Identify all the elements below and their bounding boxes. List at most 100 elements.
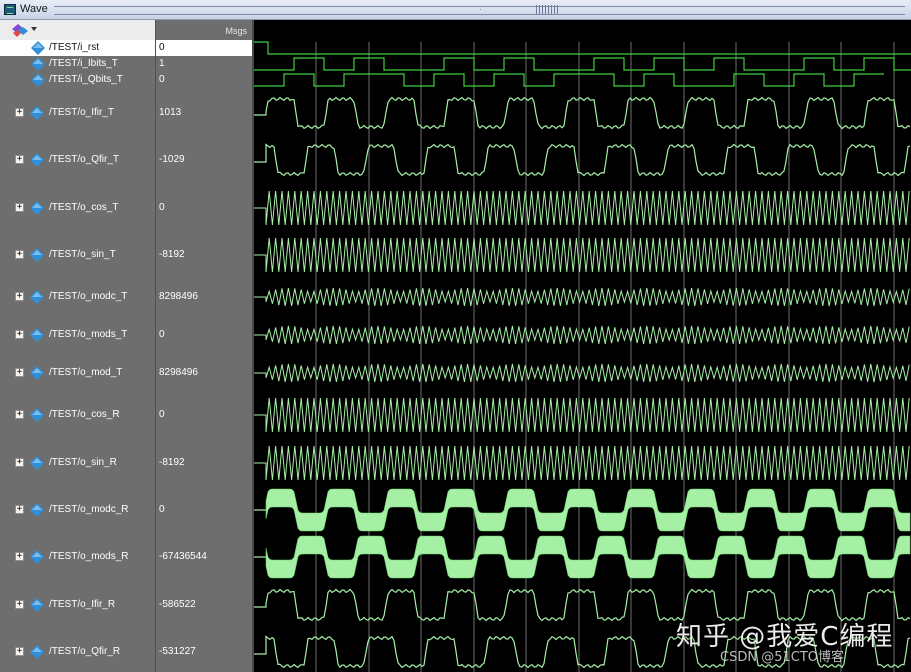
waveform-canvas[interactable] (254, 20, 911, 672)
modr-envelope (266, 536, 910, 578)
carrier-wave (254, 364, 909, 382)
signal-value-row[interactable]: -8192 (156, 247, 252, 263)
signal-diamond-icon (29, 290, 45, 309)
signal-value-row[interactable]: 0 (156, 72, 252, 88)
signal-name: /TEST/o_Ifir_R (49, 599, 115, 610)
signal-value: 0 (159, 329, 165, 340)
carrier-wave (254, 398, 909, 432)
expand-plus-icon[interactable]: + (15, 552, 24, 561)
signal-diamond-icon (29, 248, 45, 267)
expand-plus-icon[interactable]: + (15, 292, 24, 301)
expand-plus-icon[interactable]: + (15, 368, 24, 377)
signal-row[interactable]: /TEST/i_Qbits_T (0, 72, 155, 88)
signal-row[interactable]: + /TEST/o_sin_T (0, 247, 155, 263)
signal-diamond-icon (29, 456, 45, 475)
signal-row[interactable]: /TEST/i_rst (0, 40, 155, 56)
signal-value: 0 (159, 202, 165, 213)
expand-plus-icon[interactable]: + (15, 108, 24, 117)
expand-plus-icon[interactable]: + (15, 155, 24, 164)
expand-plus-icon[interactable]: + (15, 330, 24, 339)
signal-name: /TEST/i_Ibits_T (49, 58, 118, 69)
signal-value-row[interactable]: 0 (156, 407, 252, 423)
expand-plus-icon[interactable]: + (15, 600, 24, 609)
chevron-down-icon[interactable] (31, 27, 37, 31)
signal-values-pane: Msgs 0101013-10290-81928298496082984960-… (155, 20, 252, 672)
signal-diamond-icon (29, 153, 45, 172)
signal-value: 0 (159, 74, 165, 85)
expand-plus-icon[interactable]: + (15, 203, 24, 212)
expand-plus-icon[interactable]: + (15, 410, 24, 419)
signal-name: /TEST/o_sin_R (49, 457, 117, 468)
signal-diamond-icon (29, 106, 45, 125)
signal-row[interactable]: + /TEST/o_cos_R (0, 407, 155, 423)
signal-value: 0 (159, 504, 165, 515)
signal-value: 1013 (159, 107, 181, 118)
signal-value: 1 (159, 58, 165, 69)
signal-value-row[interactable]: -1029 (156, 152, 252, 168)
modr-envelope (266, 489, 910, 531)
signal-value: 8298496 (159, 291, 198, 302)
window-title-bar[interactable]: Wave (0, 0, 911, 20)
signal-value-row[interactable]: 8298496 (156, 365, 252, 381)
signal-diamond-icon (29, 201, 45, 220)
wave-window-icon (4, 4, 16, 15)
signal-diamond-icon (29, 598, 45, 617)
signal-value-row[interactable]: 1 (156, 56, 252, 72)
signal-diamond-icon (29, 645, 45, 664)
window-title: Wave (20, 3, 48, 15)
signal-value-row[interactable]: 0 (156, 40, 252, 56)
signal-value-row[interactable]: -531227 (156, 644, 252, 660)
signal-value-row[interactable]: -8192 (156, 455, 252, 471)
carrier-wave (254, 446, 909, 480)
carrier-wave (254, 191, 909, 225)
signal-row[interactable]: + /TEST/o_Ifir_T (0, 105, 155, 121)
signal-row[interactable]: + /TEST/o_sin_R (0, 455, 155, 471)
signal-row[interactable]: + /TEST/o_mod_T (0, 365, 155, 381)
expand-plus-icon[interactable]: + (15, 505, 24, 514)
signal-name: /TEST/o_sin_T (49, 249, 116, 260)
signal-value: -586522 (159, 599, 196, 610)
signal-name: /TEST/o_modc_T (49, 291, 127, 302)
signal-name: /TEST/o_cos_T (49, 202, 118, 213)
rst-wave (254, 42, 911, 54)
signal-name: /TEST/o_cos_R (49, 409, 120, 420)
waveform-pane[interactable] (254, 20, 911, 672)
signal-row[interactable]: + /TEST/o_mods_R (0, 549, 155, 565)
bit-wave (254, 58, 911, 70)
signal-name: /TEST/o_mods_T (49, 329, 127, 340)
signal-value: -1029 (159, 154, 185, 165)
fir-wave (254, 145, 910, 176)
signal-row[interactable]: + /TEST/o_modc_T (0, 289, 155, 305)
signal-value-row[interactable]: -586522 (156, 597, 252, 613)
signal-name: /TEST/o_mods_R (49, 551, 128, 562)
signal-value-row[interactable]: 8298496 (156, 289, 252, 305)
signal-row[interactable]: + /TEST/o_Ifir_R (0, 597, 155, 613)
signal-value-row[interactable]: 0 (156, 502, 252, 518)
signal-value: -67436544 (159, 551, 207, 562)
signal-value: 0 (159, 42, 165, 53)
signal-name: /TEST/o_Ifir_T (49, 107, 114, 118)
signal-row[interactable]: + /TEST/o_Qfir_T (0, 152, 155, 168)
signal-row[interactable]: +/TEST/o_Qfir_R (0, 644, 155, 660)
signal-value: -8192 (159, 249, 185, 260)
signal-row[interactable]: /TEST/i_Ibits_T (0, 56, 155, 72)
signal-diamond-icon (30, 73, 46, 92)
signal-name: /TEST/o_mod_T (49, 367, 122, 378)
signal-value-row[interactable]: 1013 (156, 105, 252, 121)
signal-diamond-icon (29, 408, 45, 427)
signal-diamond-icon (29, 503, 45, 522)
fir-wave (254, 98, 910, 129)
signal-name: /TEST/o_Qfir_T (49, 154, 119, 165)
signal-row[interactable]: +/TEST/o_modc_R (0, 502, 155, 518)
signal-name: /TEST/i_Qbits_T (49, 74, 123, 85)
signal-value-row[interactable]: 0 (156, 200, 252, 216)
expand-plus-icon[interactable]: + (15, 647, 24, 656)
expand-plus-icon[interactable]: + (15, 458, 24, 467)
title-bar-grip[interactable] (54, 6, 905, 15)
drag-handle-icon[interactable] (536, 5, 560, 14)
signal-row[interactable]: + /TEST/o_cos_T (0, 200, 155, 216)
signal-value-row[interactable]: -67436544 (156, 549, 252, 565)
signal-value-row[interactable]: 0 (156, 327, 252, 343)
expand-plus-icon[interactable]: + (15, 250, 24, 259)
signal-row[interactable]: + /TEST/o_mods_T (0, 327, 155, 343)
